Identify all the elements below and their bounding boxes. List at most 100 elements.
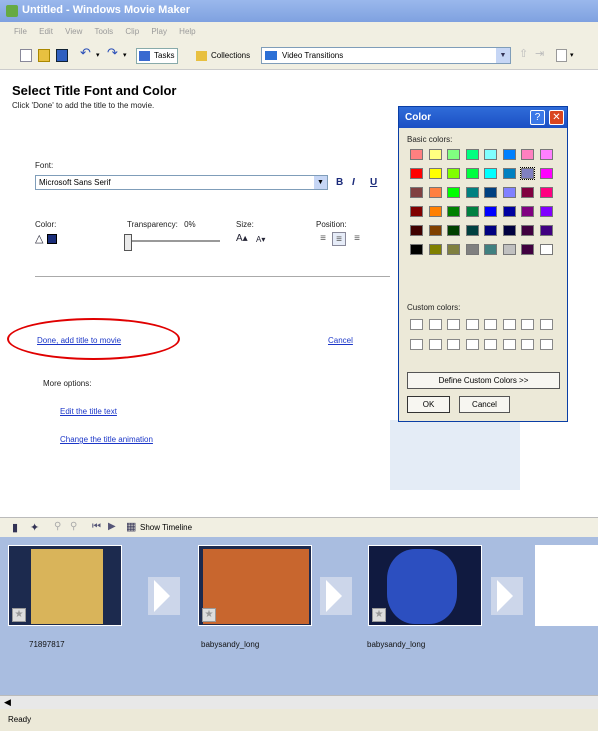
collections-button[interactable]: Collections (193, 48, 254, 64)
help-icon[interactable]: ? (530, 110, 545, 125)
color-swatch[interactable] (521, 225, 534, 236)
custom-color-swatch[interactable] (465, 339, 479, 350)
color-swatch[interactable] (484, 244, 497, 255)
scroll-left-icon[interactable]: ◀ (4, 697, 11, 708)
color-swatch[interactable] (447, 206, 460, 217)
menu-play[interactable]: Play (151, 27, 167, 36)
align-center-icon[interactable]: ≡ (332, 232, 346, 246)
custom-color-swatch[interactable] (539, 319, 553, 330)
transition-slot[interactable] (320, 577, 352, 615)
custom-color-swatch[interactable] (447, 339, 460, 350)
increase-size-icon[interactable]: A▴ (236, 233, 248, 244)
color-swatch[interactable] (502, 187, 516, 198)
redo-icon[interactable]: ↷ (107, 45, 119, 60)
color-swatch[interactable] (484, 168, 497, 179)
custom-color-swatch[interactable] (484, 319, 497, 330)
color-swatch[interactable] (539, 244, 553, 255)
color-swatch[interactable] (465, 187, 479, 198)
color-swatch[interactable] (410, 168, 423, 179)
transition-slot[interactable] (491, 577, 523, 615)
color-swatch[interactable] (410, 225, 423, 236)
color-swatch[interactable] (521, 206, 534, 217)
views-dropdown-icon[interactable]: ▾ (570, 51, 582, 64)
custom-color-swatch[interactable] (521, 339, 534, 350)
color-swatch[interactable] (428, 206, 442, 217)
new-folder-icon[interactable]: ⇥ (535, 47, 547, 60)
color-swatch[interactable] (447, 187, 460, 198)
menu-file[interactable]: File (14, 27, 27, 36)
open-project-icon[interactable] (38, 49, 50, 62)
show-timeline-button[interactable]: Show Timeline (140, 523, 192, 532)
video-effect-star-icon[interactable]: ★ (12, 608, 26, 622)
menu-edit[interactable]: Edit (39, 27, 53, 36)
font-select[interactable]: Microsoft Sans Serif ▼ (35, 175, 328, 190)
color-swatch[interactable] (484, 206, 497, 217)
chevron-down-icon[interactable]: ▼ (314, 176, 327, 189)
zoom-out-icon[interactable]: ⚲ (70, 521, 77, 532)
underline-button[interactable]: U (370, 177, 377, 188)
done-add-title-link[interactable]: Done, add title to movie (37, 336, 121, 345)
change-title-animation-link[interactable]: Change the title animation (60, 435, 153, 444)
video-effect-star-icon[interactable]: ★ (372, 608, 386, 622)
storyboard-clip[interactable]: ★ (198, 545, 312, 626)
decrease-size-icon[interactable]: A▾ (256, 235, 265, 244)
color-swatch[interactable] (447, 225, 460, 236)
color-swatch[interactable] (447, 244, 460, 255)
custom-color-swatch[interactable] (539, 339, 553, 350)
color-swatch[interactable] (465, 168, 479, 179)
color-swatch[interactable] (539, 225, 553, 236)
color-swatch[interactable] (428, 187, 442, 198)
color-swatch[interactable] (484, 149, 497, 160)
custom-color-swatch[interactable] (447, 319, 460, 330)
text-color-icon[interactable]: △ (35, 232, 43, 245)
set-audio-levels-icon[interactable]: ▮ (12, 521, 18, 534)
color-swatch[interactable] (465, 149, 479, 160)
custom-color-swatch[interactable] (502, 319, 516, 330)
color-swatch[interactable] (502, 206, 516, 217)
menu-clip[interactable]: Clip (125, 27, 139, 36)
cancel-button[interactable]: Cancel (459, 396, 510, 413)
color-swatch[interactable] (410, 187, 423, 198)
close-icon[interactable]: ✕ (549, 110, 564, 125)
custom-color-swatch[interactable] (502, 339, 516, 350)
background-color-icon[interactable] (47, 234, 57, 244)
transition-slot[interactable] (148, 577, 180, 615)
play-icon[interactable]: ▶ (108, 521, 116, 532)
up-one-level-icon[interactable]: ⇧ (519, 47, 531, 60)
transparency-slider-thumb[interactable] (124, 234, 132, 251)
custom-color-swatch[interactable] (428, 339, 442, 350)
empty-clip-slot[interactable] (535, 545, 598, 626)
color-swatch[interactable] (520, 167, 535, 180)
save-project-icon[interactable] (56, 49, 68, 62)
dropdown-arrow-icon[interactable]: ▼ (496, 48, 510, 63)
color-swatch[interactable] (484, 225, 497, 236)
color-swatch[interactable] (539, 187, 553, 198)
italic-button[interactable]: I (352, 177, 355, 188)
color-swatch[interactable] (410, 149, 423, 160)
color-swatch[interactable] (447, 149, 460, 160)
color-swatch[interactable] (484, 187, 497, 198)
transparency-slider-track[interactable] (127, 240, 220, 242)
custom-color-swatch[interactable] (521, 319, 534, 330)
color-swatch[interactable] (428, 168, 442, 179)
color-swatch[interactable] (539, 206, 553, 217)
color-swatch[interactable] (539, 168, 553, 179)
horizontal-scrollbar[interactable]: ◀ (0, 695, 598, 709)
zoom-in-icon[interactable]: ⚲ (54, 521, 61, 532)
rewind-icon[interactable]: ⏮ (92, 521, 101, 532)
narrate-microphone-icon[interactable]: ✦ (30, 521, 39, 534)
color-swatch[interactable] (502, 168, 516, 179)
menu-help[interactable]: Help (179, 27, 195, 36)
color-swatch[interactable] (521, 187, 534, 198)
tasks-button[interactable]: Tasks (136, 48, 179, 64)
views-icon[interactable] (556, 49, 567, 62)
color-swatch[interactable] (502, 244, 516, 255)
custom-color-swatch[interactable] (428, 319, 442, 330)
collections-dropdown[interactable]: Video Transitions ▼ (261, 47, 511, 64)
edit-title-text-link[interactable]: Edit the title text (60, 407, 117, 416)
menu-tools[interactable]: Tools (94, 27, 113, 36)
bold-button[interactable]: B (336, 177, 343, 188)
new-project-icon[interactable] (20, 49, 32, 62)
custom-color-swatch[interactable] (465, 319, 479, 330)
color-swatch[interactable] (410, 244, 423, 255)
